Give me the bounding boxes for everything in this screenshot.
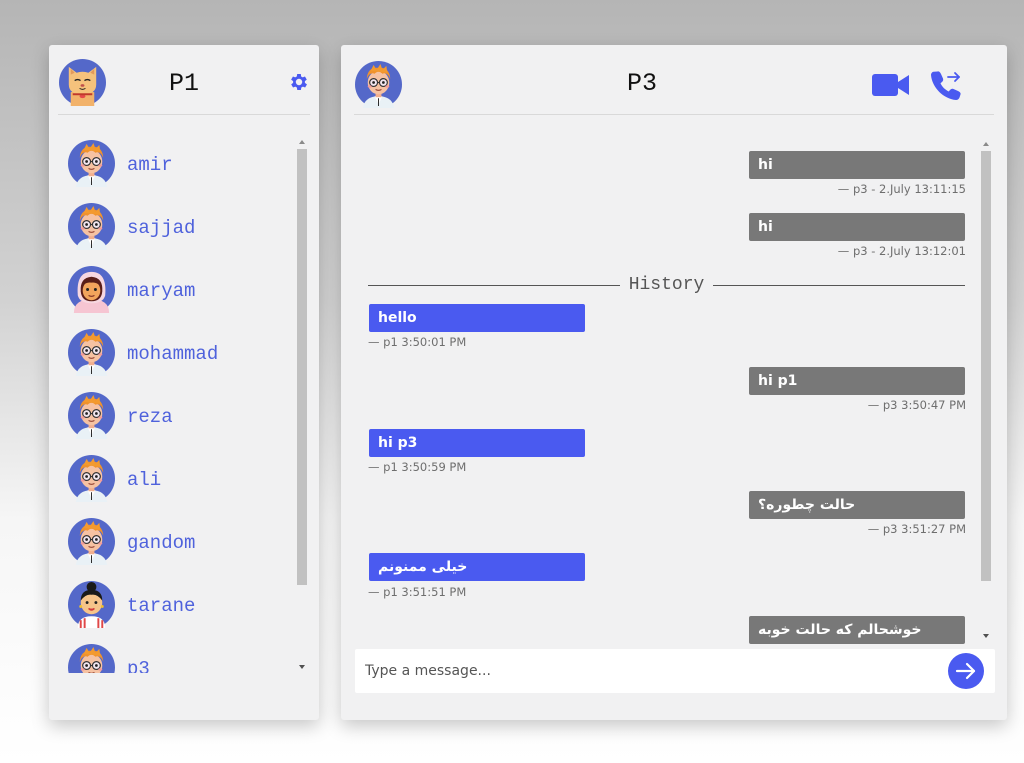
contact-item[interactable]: mohammad xyxy=(67,328,287,378)
message-meta: — p1 3:50:01 PM xyxy=(368,335,467,349)
message-bubble-outgoing: حالت چطوره؟ xyxy=(749,491,965,519)
chat-panel: P3 hi — p3 - 2.July 13:11:15 hi — p3 - 2… xyxy=(341,45,1007,720)
contacts-panel: P1 amir sajjad maryam mohammad reza ali xyxy=(49,45,319,720)
message-meta: — p3 - 2.July 13:12:01 xyxy=(837,244,966,258)
message-list[interactable]: hi — p3 - 2.July 13:11:15 hi — p3 - 2.Ju… xyxy=(368,140,968,686)
phone-transfer-icon[interactable] xyxy=(929,68,963,102)
chat-header: P3 xyxy=(354,55,994,115)
scroll-thumb[interactable] xyxy=(297,149,307,585)
contact-avatar xyxy=(68,266,115,313)
history-label: History xyxy=(628,275,705,295)
contact-item[interactable]: maryam xyxy=(67,265,287,315)
scroll-down-arrow-icon[interactable] xyxy=(299,665,305,669)
message-meta: — p3 3:50:47 PM xyxy=(867,398,966,412)
contact-name: reza xyxy=(127,406,173,428)
contact-list-scrollbar[interactable] xyxy=(296,137,308,672)
contact-avatar xyxy=(68,518,115,565)
contact-name: gandom xyxy=(127,532,196,554)
user-header: P1 xyxy=(58,55,310,115)
message-bubble-outgoing: خوشحالم که حالت خوبه xyxy=(749,616,965,644)
contact-list[interactable]: amir sajjad maryam mohammad reza ali gan… xyxy=(67,138,287,673)
message-meta: — p3 3:51:27 PM xyxy=(867,522,966,536)
scroll-thumb[interactable] xyxy=(981,151,991,581)
settings-gear-icon[interactable] xyxy=(288,71,310,93)
contact-item[interactable]: amir xyxy=(67,139,287,189)
message-bubble-outgoing: hi xyxy=(749,213,965,241)
contact-name: maryam xyxy=(127,280,196,302)
message-meta: — p1 3:51:51 PM xyxy=(368,585,467,599)
contact-item[interactable]: sajjad xyxy=(67,202,287,252)
peer-name: P3 xyxy=(626,69,657,98)
scroll-up-arrow-icon[interactable] xyxy=(983,142,989,146)
divider-line xyxy=(368,285,620,286)
contact-item[interactable]: gandom xyxy=(67,517,287,567)
contact-avatar xyxy=(68,203,115,250)
divider-line xyxy=(713,285,965,286)
contact-avatar xyxy=(68,644,115,673)
video-camera-icon[interactable] xyxy=(872,71,910,99)
send-button[interactable] xyxy=(948,653,984,689)
contact-name: sajjad xyxy=(127,217,196,239)
contact-name: amir xyxy=(127,154,173,176)
message-bubble-incoming: hi p3 xyxy=(369,429,585,457)
contact-name: p3 xyxy=(127,658,150,673)
contact-avatar xyxy=(68,329,115,376)
contact-avatar xyxy=(68,140,115,187)
current-user-name: P1 xyxy=(168,69,199,98)
message-bubble-incoming: خیلی ممنونم xyxy=(369,553,585,581)
contact-name: ali xyxy=(127,469,162,491)
message-meta: — p1 3:50:59 PM xyxy=(368,460,467,474)
history-divider: History xyxy=(368,274,965,295)
scroll-down-arrow-icon[interactable] xyxy=(983,634,989,638)
contact-avatar xyxy=(68,392,115,439)
contact-name: tarane xyxy=(127,595,196,617)
contact-avatar xyxy=(68,455,115,502)
contact-name: mohammad xyxy=(127,343,219,365)
message-list-scrollbar[interactable] xyxy=(980,139,992,641)
contact-item[interactable]: ali xyxy=(67,454,287,504)
message-bubble-outgoing: hi p1 xyxy=(749,367,965,395)
message-bubble-incoming: hello xyxy=(369,304,585,332)
message-composer xyxy=(355,649,995,693)
message-input[interactable] xyxy=(355,649,945,693)
send-arrow-icon xyxy=(955,662,976,680)
scroll-up-arrow-icon[interactable] xyxy=(299,140,305,144)
message-bubble-outgoing: hi xyxy=(749,151,965,179)
contact-avatar xyxy=(68,581,115,628)
contact-item[interactable]: p3 xyxy=(67,643,287,673)
contact-item[interactable]: tarane xyxy=(67,580,287,630)
contact-item[interactable]: reza xyxy=(67,391,287,441)
message-meta: — p3 - 2.July 13:11:15 xyxy=(837,182,966,196)
